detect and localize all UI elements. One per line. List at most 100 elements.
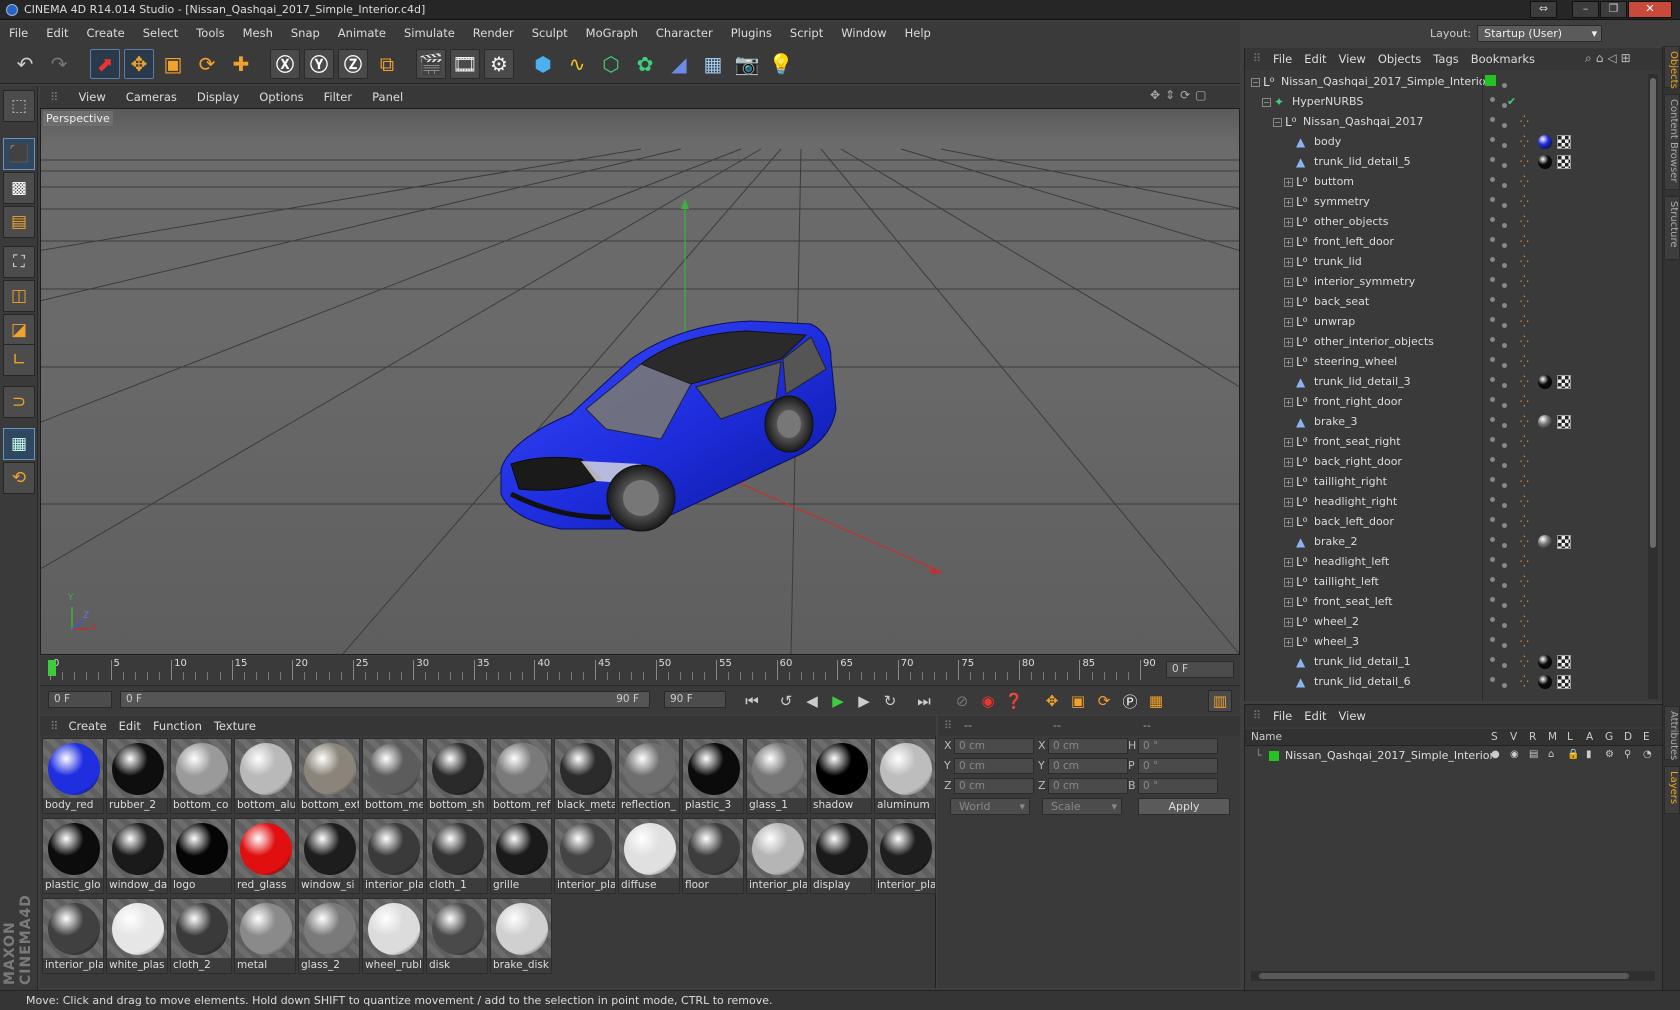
previous-frame-icon[interactable]: ◀ bbox=[800, 690, 824, 712]
editor-visibility-dot[interactable] bbox=[1490, 597, 1495, 602]
menu-character[interactable]: Character bbox=[647, 26, 722, 40]
render-visibility-dot[interactable] bbox=[1502, 283, 1507, 288]
coordinate-value-field[interactable]: 0 cm bbox=[1048, 738, 1128, 754]
object-manager-tool-icons[interactable]: ⌕⌂◁⊞ bbox=[1585, 51, 1635, 66]
material-swatch[interactable]: display bbox=[810, 818, 872, 894]
phong-tag-icon[interactable]: ⁛ bbox=[1520, 455, 1529, 468]
material-tag-icon[interactable] bbox=[1538, 135, 1552, 149]
editor-visibility-dot[interactable] bbox=[1490, 217, 1495, 222]
object-row[interactable]: ▲ brake_3 ⁛ bbox=[1245, 412, 1649, 432]
material-swatch[interactable]: red_glass bbox=[234, 818, 296, 894]
editor-visibility-dot[interactable] bbox=[1490, 177, 1495, 182]
editor-visibility-dot[interactable] bbox=[1490, 617, 1495, 622]
layer-toggle-icon[interactable]: ◔ bbox=[1643, 749, 1652, 760]
menu-mesh[interactable]: Mesh bbox=[234, 26, 282, 40]
phong-tag-icon[interactable]: ⁛ bbox=[1520, 315, 1529, 328]
expand-toggle-icon[interactable]: + bbox=[1284, 318, 1293, 327]
undo-icon[interactable]: ↶ bbox=[10, 49, 40, 79]
object-row[interactable]: + L⁰ symmetry ⁛ bbox=[1245, 192, 1649, 212]
phong-tag-icon[interactable]: ⁛ bbox=[1520, 135, 1529, 148]
material-menu-texture[interactable]: Texture bbox=[214, 719, 268, 733]
render-visibility-dot[interactable] bbox=[1502, 623, 1507, 628]
uvw-tag-icon[interactable] bbox=[1557, 415, 1571, 429]
cube-icon[interactable]: ⬢ bbox=[528, 49, 558, 79]
expand-toggle-icon[interactable]: + bbox=[1284, 438, 1293, 447]
editor-visibility-dot[interactable] bbox=[1490, 457, 1495, 462]
material-swatch[interactable]: bottom_ext bbox=[298, 738, 360, 814]
render-visibility-dot[interactable] bbox=[1502, 183, 1507, 188]
render-visibility-dot[interactable] bbox=[1502, 403, 1507, 408]
snap-magnet-icon[interactable]: ⊃ bbox=[3, 386, 35, 418]
layer-menu-view[interactable]: View bbox=[1339, 709, 1378, 723]
side-tab-objects[interactable]: Objects bbox=[1664, 46, 1680, 89]
expand-toggle-icon[interactable]: − bbox=[1262, 98, 1271, 107]
menu-window[interactable]: Window bbox=[832, 26, 895, 40]
object-list-scrollbar[interactable] bbox=[1648, 74, 1658, 699]
frame-range-slider[interactable]: 0 F 90 F bbox=[120, 691, 650, 708]
object-row[interactable]: + L⁰ back_left_door ⁛ bbox=[1245, 512, 1649, 532]
material-swatch[interactable]: glass_2 bbox=[298, 898, 360, 974]
render-view-icon[interactable]: 🎬 bbox=[416, 49, 446, 79]
menu-tools[interactable]: Tools bbox=[187, 26, 233, 40]
scrollbar-thumb[interactable] bbox=[1650, 78, 1656, 548]
layer-menu-file[interactable]: File bbox=[1273, 709, 1304, 723]
render-visibility-dot[interactable] bbox=[1502, 263, 1507, 268]
make-editable-icon[interactable]: ⬚ bbox=[3, 90, 35, 122]
render-visibility-dot[interactable] bbox=[1502, 303, 1507, 308]
material-swatch[interactable]: cloth_2 bbox=[170, 898, 232, 974]
object-row[interactable]: ▲ brake_2 ⁛ bbox=[1245, 532, 1649, 552]
lock-x-icon[interactable]: Ⓧ bbox=[270, 49, 300, 79]
render-visibility-dot[interactable] bbox=[1502, 483, 1507, 488]
layer-column-name[interactable]: Name bbox=[1251, 731, 1282, 743]
object-row[interactable]: − ✦ HyperNURBS ✔ bbox=[1245, 92, 1649, 112]
render-visibility-dot[interactable] bbox=[1502, 143, 1507, 148]
object-menu-view[interactable]: View bbox=[1339, 52, 1378, 66]
coordinate-value-field[interactable]: 0 cm bbox=[954, 758, 1034, 774]
uvw-tag-icon[interactable] bbox=[1557, 535, 1571, 549]
editor-visibility-dot[interactable] bbox=[1490, 677, 1495, 682]
menu-edit[interactable]: Edit bbox=[37, 26, 77, 40]
array-icon[interactable]: ✿ bbox=[630, 49, 660, 79]
phong-tag-icon[interactable]: ⁛ bbox=[1520, 675, 1529, 688]
object-row[interactable]: + L⁰ interior_symmetry ⁛ bbox=[1245, 272, 1649, 292]
menu-snap[interactable]: Snap bbox=[282, 26, 329, 40]
render-visibility-dot[interactable] bbox=[1502, 343, 1507, 348]
rotate-icon[interactable]: ⟳ bbox=[192, 49, 222, 79]
layer-toggle-icon[interactable]: ▤ bbox=[1529, 749, 1538, 760]
material-swatch[interactable]: interior_pla bbox=[42, 898, 104, 974]
editor-visibility-dot[interactable] bbox=[1490, 257, 1495, 262]
texture-mode-icon[interactable]: ▩ bbox=[3, 172, 35, 204]
material-menu-create[interactable]: Create bbox=[68, 719, 118, 733]
editor-visibility-dot[interactable] bbox=[1490, 377, 1495, 382]
expand-toggle-icon[interactable]: + bbox=[1284, 218, 1293, 227]
object-row[interactable]: + L⁰ wheel_2 ⁛ bbox=[1245, 612, 1649, 632]
material-tag-icon[interactable] bbox=[1538, 375, 1552, 389]
expand-toggle-icon[interactable]: + bbox=[1284, 198, 1293, 207]
edit-render-settings-icon[interactable]: ⚙ bbox=[484, 49, 514, 79]
material-swatch[interactable]: window_si bbox=[298, 818, 360, 894]
phong-tag-icon[interactable]: ⁛ bbox=[1520, 155, 1529, 168]
car-model[interactable] bbox=[500, 320, 837, 532]
subdivision-surface-icon[interactable]: ⬡ bbox=[596, 49, 626, 79]
layer-toggle-icon[interactable]: ⌂ bbox=[1548, 749, 1554, 760]
object-row[interactable]: − L⁰ Nissan_Qashqai_2017 ⁛ bbox=[1245, 112, 1649, 132]
editor-visibility-dot[interactable] bbox=[1490, 557, 1495, 562]
workplane-icon[interactable]: ▤ bbox=[3, 206, 35, 238]
scale-icon[interactable]: ▣ bbox=[158, 49, 188, 79]
material-swatch[interactable]: interior_pla bbox=[874, 818, 936, 894]
side-tab-structure[interactable]: Structure bbox=[1664, 196, 1680, 260]
viewport-menu-panel[interactable]: Panel bbox=[362, 90, 413, 104]
go-to-start-icon[interactable]: ⏮ bbox=[740, 690, 764, 712]
layer-column-e[interactable]: E bbox=[1643, 731, 1650, 743]
expand-toggle-icon[interactable]: + bbox=[1284, 398, 1293, 407]
recent-tool-icon[interactable]: ✚ bbox=[226, 49, 256, 79]
editor-visibility-dot[interactable] bbox=[1490, 157, 1495, 162]
material-swatch[interactable]: reflection_ bbox=[618, 738, 680, 814]
object-row[interactable]: + L⁰ back_seat ⁛ bbox=[1245, 292, 1649, 312]
editor-visibility-dot[interactable] bbox=[1490, 337, 1495, 342]
camera-icon[interactable]: 📷 bbox=[732, 49, 762, 79]
object-row[interactable]: + L⁰ wheel_3 ⁛ bbox=[1245, 632, 1649, 652]
menu-help[interactable]: Help bbox=[896, 26, 940, 40]
coordinate-system-icon[interactable]: ⧉ bbox=[372, 49, 402, 79]
apply-button[interactable]: Apply bbox=[1138, 798, 1230, 815]
